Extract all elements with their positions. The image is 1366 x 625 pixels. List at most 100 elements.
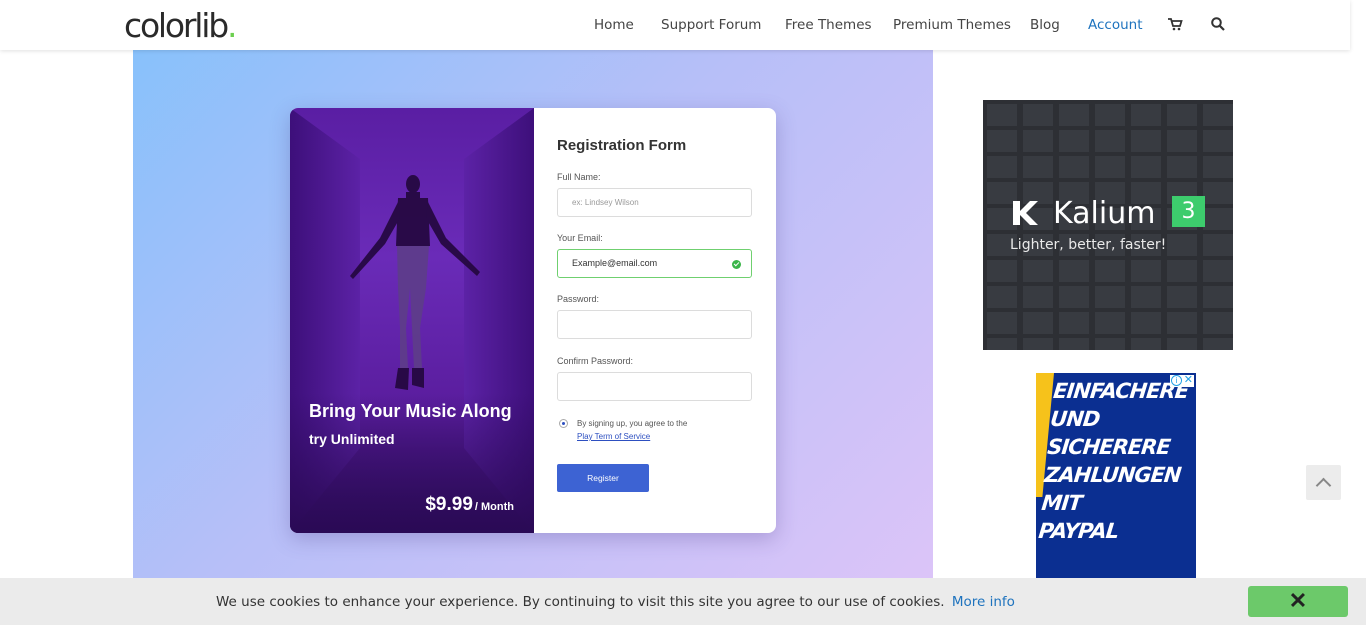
- kalium-tagline: Lighter, better, faster!: [1010, 237, 1167, 253]
- email-field[interactable]: Example@email.com: [557, 249, 752, 278]
- agree-text: By signing up, you agree to the: [577, 419, 688, 428]
- agree-radio[interactable]: [559, 419, 568, 428]
- ad-bg-tile: [1131, 156, 1161, 178]
- nav-support-forum[interactable]: Support Forum: [661, 17, 761, 33]
- ad-bg-tile: [1095, 312, 1125, 334]
- ad-bg-tile: [1059, 286, 1089, 308]
- ad-bg-tile: [1131, 260, 1161, 282]
- form-title: Registration Form: [557, 137, 687, 154]
- full-name-field[interactable]: ex: Lindsey Wilson: [557, 188, 752, 217]
- ad-bg-tile: [1023, 312, 1053, 334]
- paypal-line: ZAHLUNGEN MIT: [1040, 463, 1182, 515]
- nav-account[interactable]: Account: [1088, 17, 1143, 33]
- jumping-man-image: [350, 175, 480, 390]
- full-name-label: Full Name:: [557, 172, 601, 182]
- colorlib-logo[interactable]: colorlib.: [124, 6, 238, 45]
- registration-card: Bring Your Music Along try Unlimited $9.…: [290, 108, 776, 533]
- ad-bg-tile: [1203, 312, 1233, 334]
- price: $9.99/ Month: [425, 494, 514, 516]
- ad-bg-tile: [1095, 104, 1125, 126]
- ad-bg-tile: [1203, 338, 1233, 350]
- site-header: colorlib. Home Support Forum Free Themes…: [0, 0, 1350, 50]
- paypal-ad-text: EINFACHERE UND SICHERERE ZAHLUNGEN MIT P…: [1037, 377, 1196, 545]
- ad-bg-tile: [987, 156, 1017, 178]
- ad-bg-tile: [1131, 286, 1161, 308]
- ad-bg-tile: [1167, 338, 1197, 350]
- password-label: Password:: [557, 294, 600, 304]
- ad-close-icon[interactable]: ✕: [1184, 374, 1193, 386]
- ad-bg-tile: [1203, 286, 1233, 308]
- search-icon[interactable]: [1210, 16, 1226, 32]
- ad-bg-tile: [1023, 286, 1053, 308]
- ad-bg-tile: [1167, 156, 1197, 178]
- ad-bg-tile: [1023, 338, 1053, 350]
- promo-title: Bring Your Music Along: [309, 401, 512, 421]
- ad-bg-tile: [1167, 130, 1197, 152]
- cookie-more-info-link[interactable]: More info: [952, 594, 1015, 610]
- ad-bg-tile: [1095, 286, 1125, 308]
- ad-bg-tile: [1095, 260, 1125, 282]
- nav-blog[interactable]: Blog: [1030, 17, 1060, 33]
- kalium-ad[interactable]: Kalium 3 Lighter, better, faster!: [983, 100, 1233, 350]
- terms-link[interactable]: Play Term of Service: [577, 432, 650, 441]
- logo-dot: .: [226, 6, 238, 45]
- ad-bg-tile: [1059, 312, 1089, 334]
- paypal-line: PAYPAL: [1037, 519, 1120, 543]
- ad-bg-tile: [1131, 104, 1161, 126]
- price-period: / Month: [474, 501, 514, 513]
- price-amount: $9.99: [425, 494, 473, 515]
- ad-bg-tile: [1167, 234, 1197, 256]
- ad-bg-tile: [1167, 312, 1197, 334]
- ad-bg-tile: [1203, 104, 1233, 126]
- ad-bg-tile: [1023, 260, 1053, 282]
- ad-bg-tile: [1059, 156, 1089, 178]
- kalium-brand: Kalium: [1053, 196, 1156, 231]
- scroll-to-top-button[interactable]: [1306, 465, 1341, 500]
- email-label: Your Email:: [557, 233, 603, 243]
- ad-bg-tile: [987, 286, 1017, 308]
- ad-bg-tile: [1023, 156, 1053, 178]
- ad-bg-tile: [1131, 338, 1161, 350]
- nav-free-themes[interactable]: Free Themes: [785, 17, 872, 33]
- confirm-password-field[interactable]: [557, 372, 752, 401]
- adchoices-info-icon[interactable]: i: [1171, 375, 1182, 386]
- cookie-close-button[interactable]: ✕: [1248, 586, 1348, 617]
- cookie-message: We use cookies to enhance your experienc…: [216, 594, 1015, 610]
- ad-bg-tile: [1167, 286, 1197, 308]
- kalium-logo: Kalium 3: [1011, 196, 1211, 236]
- promo-image: Bring Your Music Along try Unlimited $9.…: [290, 108, 534, 533]
- ad-bg-tile: [1167, 260, 1197, 282]
- kalium-version-badge: 3: [1172, 196, 1205, 227]
- ad-bg-tile: [1059, 338, 1089, 350]
- ad-bg-tile: [1203, 260, 1233, 282]
- ad-bg-tile: [1023, 130, 1053, 152]
- ad-bg-tile: [987, 104, 1017, 126]
- kalium-k-icon: [1013, 201, 1038, 225]
- paypal-ad[interactable]: EINFACHERE UND SICHERERE ZAHLUNGEN MIT P…: [1036, 373, 1196, 580]
- full-name-placeholder: ex: Lindsey Wilson: [572, 198, 639, 207]
- ad-bg-tile: [1203, 156, 1233, 178]
- ad-bg-tile: [1059, 260, 1089, 282]
- ad-bg-tile: [987, 130, 1017, 152]
- ad-bg-tile: [987, 260, 1017, 282]
- register-button[interactable]: Register: [557, 464, 649, 492]
- ad-bg-tile: [1167, 104, 1197, 126]
- cookie-text: We use cookies to enhance your experienc…: [216, 594, 945, 610]
- promo-subtitle: try Unlimited: [309, 431, 395, 447]
- ad-bg-tile: [987, 338, 1017, 350]
- password-field[interactable]: [557, 310, 752, 339]
- ad-bg-tile: [1095, 130, 1125, 152]
- theme-preview: Bring Your Music Along try Unlimited $9.…: [133, 50, 933, 590]
- nav-home[interactable]: Home: [594, 17, 634, 33]
- nav-premium-themes[interactable]: Premium Themes: [893, 17, 1011, 33]
- logo-text: colorlib: [124, 6, 229, 45]
- ad-bg-tile: [1059, 104, 1089, 126]
- ad-bg-tile: [1131, 130, 1161, 152]
- ad-bg-tile: [1203, 130, 1233, 152]
- ad-bg-tile: [1131, 312, 1161, 334]
- ad-choices[interactable]: i ✕: [1170, 374, 1194, 387]
- ad-bg-tile: [1203, 234, 1233, 256]
- confirm-password-label: Confirm Password:: [557, 356, 634, 366]
- email-value: Example@email.com: [572, 258, 658, 268]
- cart-icon[interactable]: [1167, 16, 1183, 32]
